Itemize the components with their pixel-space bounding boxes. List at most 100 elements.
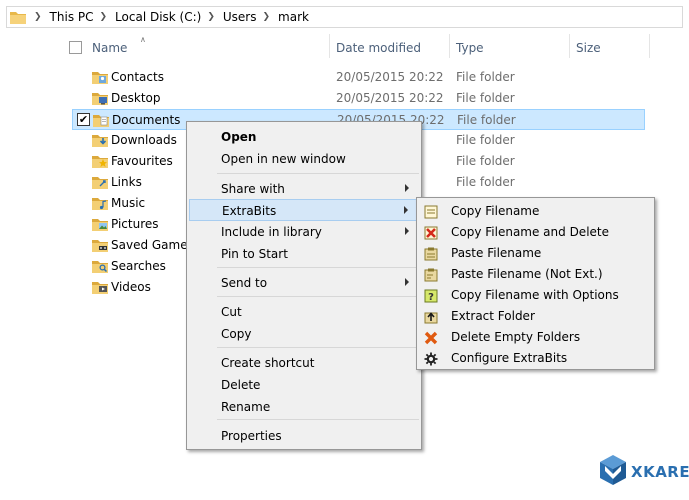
menu-item-extrabits[interactable]: ExtraBits [189, 199, 419, 221]
file-type: File folder [457, 113, 516, 127]
column-size[interactable]: Size [576, 41, 601, 55]
menu-item-delete[interactable]: Delete [189, 374, 419, 396]
menu-item-label: Cut [221, 305, 242, 319]
select-all-checkbox[interactable] [69, 41, 82, 54]
chevron-right-icon[interactable]: ❯ [34, 12, 42, 22]
menu-item-label: Delete [221, 378, 261, 392]
submenu-item-label: Paste Filename (Not Ext.) [451, 267, 603, 281]
menu-item-open[interactable]: Open [189, 126, 419, 148]
submenu-item-delete-empty-folders[interactable]: Delete Empty Folders [419, 327, 652, 348]
address-bar[interactable]: ❯ This PC ❯ Local Disk (C:) ❯ Users ❯ ma… [6, 6, 683, 28]
links-folder-icon [92, 175, 108, 189]
submenu-item-copy-filename[interactable]: Copy Filename [419, 201, 652, 222]
submenu-item-extract-folder[interactable]: Extract Folder [419, 306, 652, 327]
submenu-item-copy-filename-options[interactable]: ? Copy Filename with Options [419, 285, 652, 306]
documents-folder-icon [93, 113, 109, 127]
delete-empty-folders-icon [423, 330, 439, 346]
menu-item-label: Open [221, 130, 257, 144]
file-row[interactable]: Desktop 20/05/2015 20:22 File folder [72, 88, 645, 109]
xkare-logo: XKARE [598, 454, 689, 490]
file-date-modified: 20/05/2015 20:22 [336, 70, 444, 84]
file-type: File folder [456, 154, 515, 168]
menu-item-open-new-window[interactable]: Open in new window [189, 148, 419, 170]
file-name: Desktop [111, 91, 161, 105]
menu-item-pin-to-start[interactable]: Pin to Start [189, 243, 419, 265]
column-divider[interactable] [569, 34, 570, 58]
menu-separator [217, 296, 419, 297]
breadcrumb-users[interactable]: Users [223, 10, 257, 24]
column-divider[interactable] [329, 34, 330, 58]
submenu-item-label: Delete Empty Folders [451, 330, 581, 344]
menu-item-share-with[interactable]: Share with [189, 178, 419, 200]
submenu-item-configure-extrabits[interactable]: Configure ExtraBits [419, 348, 652, 369]
submenu-item-label: Configure ExtraBits [451, 351, 568, 365]
menu-item-label: Copy [221, 327, 252, 341]
column-date-modified[interactable]: Date modified [336, 41, 421, 55]
paste-filename-noext-icon [423, 267, 439, 283]
menu-item-properties[interactable]: Properties [189, 425, 419, 447]
copy-filename-icon [423, 204, 439, 220]
breadcrumb-local-disk[interactable]: Local Disk (C:) [115, 10, 201, 24]
contacts-folder-icon [92, 70, 108, 84]
context-menu: Open Open in new window Share with ExtraBit… [186, 121, 422, 450]
file-name: Downloads [111, 133, 177, 147]
menu-item-create-shortcut[interactable]: Create shortcut [189, 352, 419, 374]
menu-separator [217, 347, 419, 348]
menu-item-rename[interactable]: Rename [189, 396, 419, 418]
file-name: Music [111, 196, 146, 210]
submenu-item-copy-filename-delete[interactable]: Copy Filename and Delete [419, 222, 652, 243]
file-name: Videos [111, 280, 151, 294]
extract-folder-icon [423, 309, 439, 325]
breadcrumb-this-pc[interactable]: This PC [50, 10, 94, 24]
menu-item-label: Share with [221, 182, 285, 196]
chevron-right-icon[interactable]: ❯ [263, 12, 271, 22]
favourites-folder-icon [92, 154, 108, 168]
copy-options-icon: ? [423, 288, 439, 304]
menu-item-include-in-library[interactable]: Include in library [189, 221, 419, 243]
menu-item-label: Open in new window [221, 152, 346, 166]
xkare-logo-icon [600, 455, 626, 485]
searches-folder-icon [92, 259, 108, 273]
chevron-right-icon[interactable]: ❯ [100, 12, 108, 22]
file-type: File folder [456, 70, 515, 84]
menu-separator [217, 173, 419, 174]
file-name: Searches [111, 259, 166, 273]
column-header: Name Date modified Type Size [56, 34, 689, 62]
menu-item-copy[interactable]: Copy [189, 323, 419, 345]
videos-folder-icon [92, 280, 108, 294]
column-divider[interactable] [649, 34, 650, 58]
column-divider[interactable] [449, 34, 450, 58]
chevron-right-icon[interactable]: ❯ [207, 12, 215, 22]
desktop-folder-icon [92, 91, 108, 105]
column-name[interactable]: Name [92, 41, 127, 55]
music-folder-icon [92, 196, 108, 210]
address-bar-area: ❯ This PC ❯ Local Disk (C:) ❯ Users ❯ ma… [0, 0, 689, 34]
file-name: Favourites [111, 154, 173, 168]
file-name: Saved Games [111, 238, 194, 252]
file-name: Documents [112, 113, 181, 127]
menu-item-cut[interactable]: Cut [189, 301, 419, 323]
file-date-modified: 20/05/2015 20:22 [336, 91, 444, 105]
file-row[interactable]: Contacts 20/05/2015 20:22 File folder [72, 67, 645, 88]
menu-item-label: Pin to Start [221, 247, 288, 261]
submenu-item-label: Extract Folder [451, 309, 535, 323]
column-type[interactable]: Type [456, 41, 484, 55]
submenu-item-paste-filename-noext[interactable]: Paste Filename (Not Ext.) [419, 264, 652, 285]
menu-item-label: Properties [221, 429, 282, 443]
submenu-arrow-icon [405, 278, 409, 286]
breadcrumb-mark[interactable]: mark [278, 10, 309, 24]
menu-item-label: ExtraBits [222, 204, 277, 218]
extrabits-submenu: Copy Filename Copy Filename and Delete Pas… [416, 197, 655, 370]
xkare-logo-text: XKARE [631, 463, 689, 481]
menu-item-label: Include in library [221, 225, 322, 239]
submenu-item-paste-filename[interactable]: Paste Filename [419, 243, 652, 264]
row-checkbox[interactable]: ✔ [77, 113, 90, 126]
menu-item-send-to[interactable]: Send to [189, 272, 419, 294]
submenu-item-label: Copy Filename with Options [451, 288, 619, 302]
submenu-item-label: Copy Filename and Delete [451, 225, 609, 239]
copy-delete-icon [423, 225, 439, 241]
submenu-item-label: Copy Filename [451, 204, 540, 218]
svg-text:?: ? [428, 292, 434, 303]
saved-games-folder-icon [92, 238, 108, 252]
downloads-folder-icon [92, 133, 108, 147]
